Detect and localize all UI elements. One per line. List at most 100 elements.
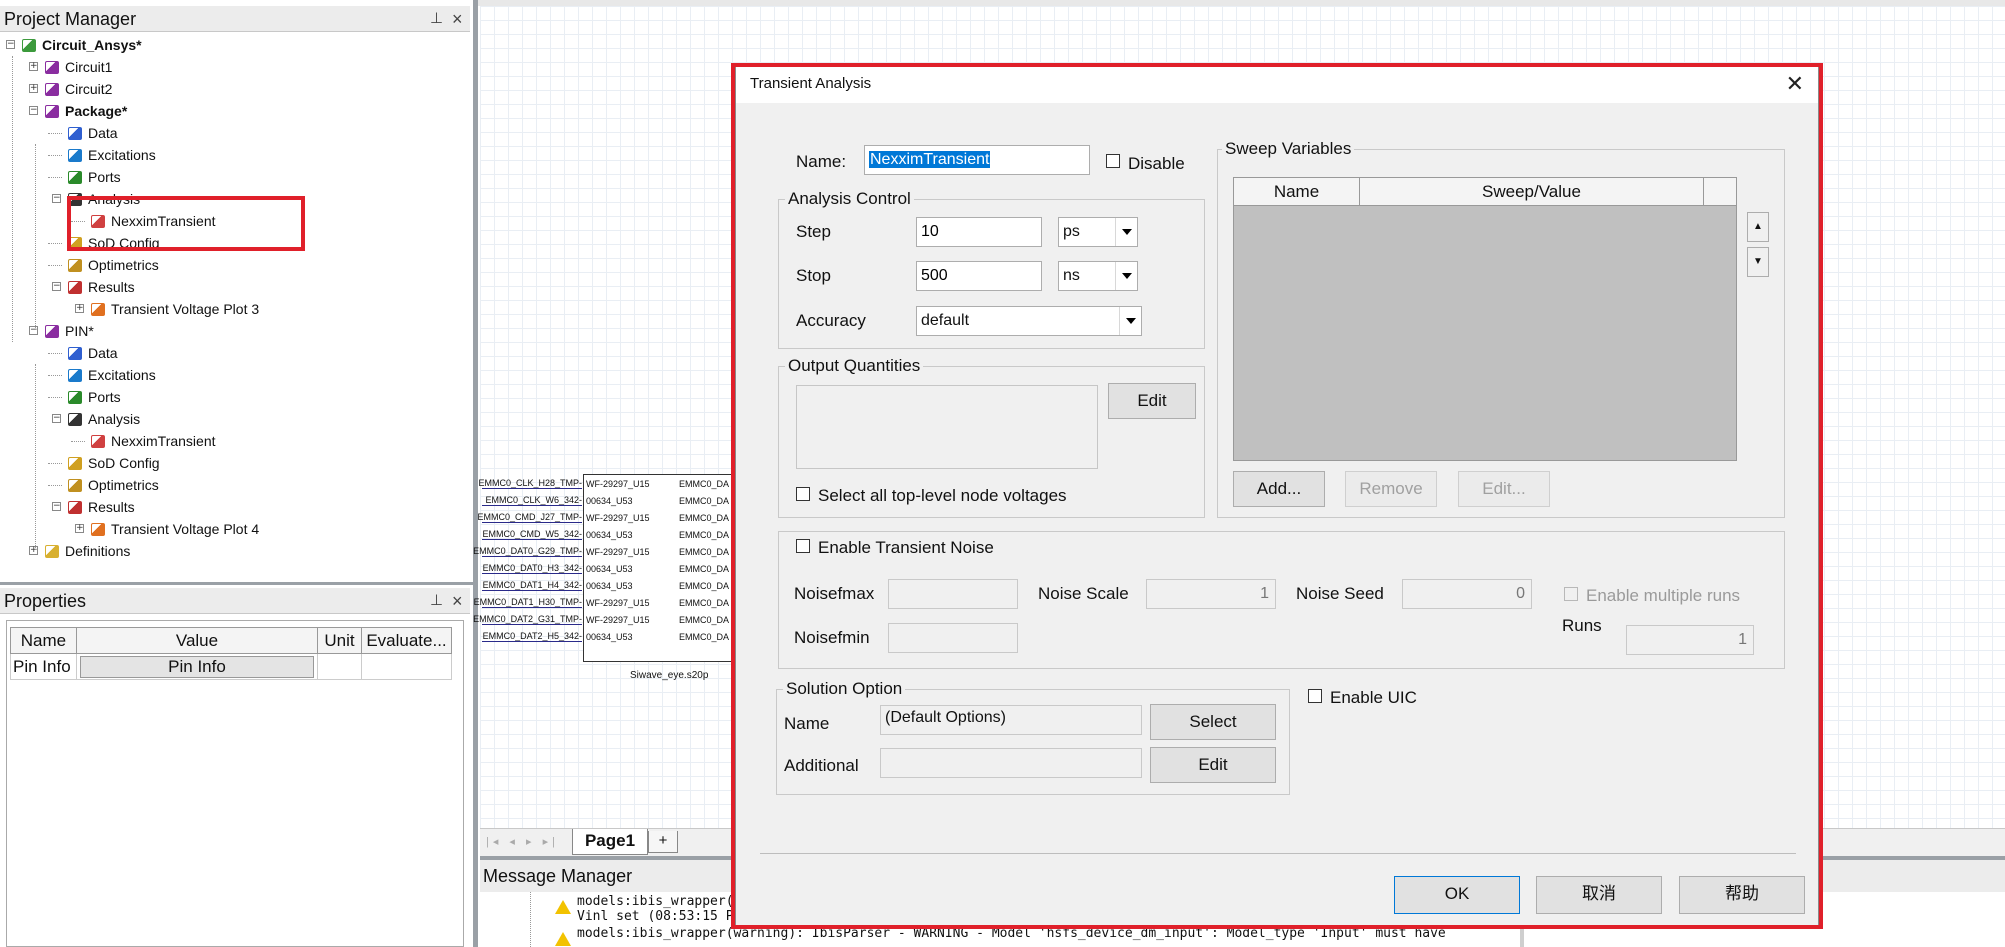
close-icon[interactable]: × — [452, 588, 463, 614]
circuit-icon — [45, 60, 59, 74]
panel-splitter[interactable] — [473, 0, 478, 947]
pin-label: EMMC0_DA — [679, 530, 730, 540]
tree-item-nexximtransient[interactable]: NexximTransient — [91, 430, 216, 452]
add-page-tab[interactable]: + — [648, 831, 678, 853]
tree-item-label: Ports — [88, 389, 121, 405]
project-icon — [22, 38, 36, 52]
collapse-icon[interactable]: − — [29, 106, 38, 115]
data-icon — [68, 346, 82, 360]
circuit-icon — [45, 82, 59, 96]
close-icon[interactable]: × — [452, 6, 463, 32]
column-header-unit[interactable]: Unit — [317, 627, 362, 654]
tree-item-label: Ports — [88, 169, 121, 185]
port-label: EMMC0_CMD_J27_TMP- — [477, 512, 582, 522]
tree-item-label: Transient Voltage Plot 3 — [111, 301, 260, 317]
tree-connector — [48, 265, 62, 266]
tree-item-label: PIN* — [65, 323, 94, 339]
ports-icon — [68, 390, 82, 404]
message-line[interactable]: Vinl set (08:53:15 P — [577, 909, 734, 924]
pin-label: EMMC0_DA — [679, 564, 730, 574]
collapse-icon[interactable]: − — [52, 502, 61, 511]
cell-unit — [317, 653, 362, 680]
pin-label: WF-29297_U15 — [586, 598, 650, 608]
tree-connector — [35, 144, 36, 330]
column-header-value[interactable]: Value — [75, 627, 319, 654]
expand-icon[interactable]: + — [75, 304, 84, 313]
expand-icon[interactable]: + — [29, 62, 38, 71]
tree-item-voltage-plot-3[interactable]: Transient Voltage Plot 3 — [91, 298, 259, 320]
pin-icon[interactable]: ⊥ — [430, 6, 443, 32]
tree-item-excitations[interactable]: Excitations — [68, 144, 156, 166]
tree-item-data[interactable]: Data — [68, 342, 118, 364]
tree-connector — [71, 441, 85, 442]
plot-icon — [91, 302, 105, 316]
pin-label: EMMC0_DA — [679, 615, 730, 625]
expand-icon[interactable]: + — [29, 546, 38, 555]
tree-item-package[interactable]: Package* — [45, 100, 127, 122]
canvas-top-border — [478, 0, 2005, 6]
excitations-icon — [68, 368, 82, 382]
horizontal-splitter[interactable] — [0, 582, 473, 585]
tree-item-ports[interactable]: Ports — [68, 166, 121, 188]
collapse-icon[interactable]: − — [29, 326, 38, 335]
pin-info-button[interactable]: Pin Info — [79, 655, 315, 678]
collapse-icon[interactable]: − — [52, 282, 61, 291]
s-parameter-component[interactable]: WF-29297_U15 00634_U53 WF-29297_U15 00634_U… — [583, 474, 743, 662]
tree-line — [530, 892, 531, 947]
wire — [482, 590, 582, 591]
tree-root-circuit-ansys[interactable]: Circuit_Ansys* — [22, 34, 142, 56]
results-icon — [68, 500, 82, 514]
plot-icon — [91, 522, 105, 536]
page-nav-arrows[interactable]: |◂ ◂ ▸ ▸| — [486, 835, 559, 848]
collapse-icon[interactable]: − — [6, 40, 15, 49]
table-row[interactable]: Pin Info Pin Info — [10, 653, 452, 680]
folder-icon — [45, 544, 59, 558]
tree-item-definitions[interactable]: Definitions — [45, 540, 130, 562]
properties-table: Name Value Unit Evaluate... Pin Info Pin… — [10, 627, 452, 680]
pin-label: EMMC0_DA — [679, 513, 730, 523]
tree-item-circuit1[interactable]: Circuit1 — [45, 56, 112, 78]
tree-item-analysis[interactable]: Analysis — [68, 408, 140, 430]
tree-item-label: SoD Config — [88, 455, 160, 471]
tree-item-label: Circuit1 — [65, 59, 113, 75]
tree-item-sod-config[interactable]: SoD Config — [68, 452, 160, 474]
circuit-icon — [45, 324, 59, 338]
tree-item-pin[interactable]: PIN* — [45, 320, 94, 342]
column-header-name[interactable]: Name — [10, 627, 77, 654]
cell-name: Pin Info — [10, 653, 77, 680]
tree-item-circuit2[interactable]: Circuit2 — [45, 78, 112, 100]
port-label: EMMC0_DAT1_H30_TMP- — [473, 597, 582, 607]
cell-value: Pin Info — [75, 653, 319, 680]
tree-item-optimetrics[interactable]: Optimetrics — [68, 474, 159, 496]
analysis-gear-icon — [68, 412, 82, 426]
pin-label: EMMC0_DA — [679, 496, 730, 506]
collapse-icon[interactable]: − — [52, 194, 61, 203]
tree-item-results[interactable]: Results — [68, 496, 135, 518]
tree-connector — [48, 133, 62, 134]
tree-item-label: Circuit_Ansys* — [42, 37, 142, 53]
tree-connector — [48, 375, 62, 376]
tree-item-results[interactable]: Results — [68, 276, 135, 298]
tree-item-label: Optimetrics — [88, 257, 159, 273]
tree-connector — [12, 56, 13, 342]
column-header-evaluate[interactable]: Evaluate... — [361, 627, 452, 654]
tree-item-ports[interactable]: Ports — [68, 386, 121, 408]
message-line[interactable]: models:ibis_wrapper(w — [577, 894, 741, 909]
expand-icon[interactable]: + — [29, 84, 38, 93]
properties-title: Properties — [4, 591, 87, 611]
tree-item-voltage-plot-4[interactable]: Transient Voltage Plot 4 — [91, 518, 259, 540]
tree-item-optimetrics[interactable]: Optimetrics — [68, 254, 159, 276]
data-icon — [68, 126, 82, 140]
pin-label: 00634_U53 — [586, 581, 633, 591]
tree-item-label: Analysis — [88, 411, 141, 427]
tab-page1[interactable]: Page1 — [572, 829, 648, 855]
tree-connector — [48, 463, 62, 464]
tree-item-label: Definitions — [65, 543, 131, 559]
port-label: EMMC0_DAT0_G29_TMP- — [473, 546, 582, 556]
tree-item-excitations[interactable]: Excitations — [68, 364, 156, 386]
collapse-icon[interactable]: − — [52, 414, 61, 423]
tree-item-data[interactable]: Data — [68, 122, 118, 144]
transient-icon — [91, 434, 105, 448]
pin-icon[interactable]: ⊥ — [430, 588, 443, 614]
expand-icon[interactable]: + — [75, 524, 84, 533]
